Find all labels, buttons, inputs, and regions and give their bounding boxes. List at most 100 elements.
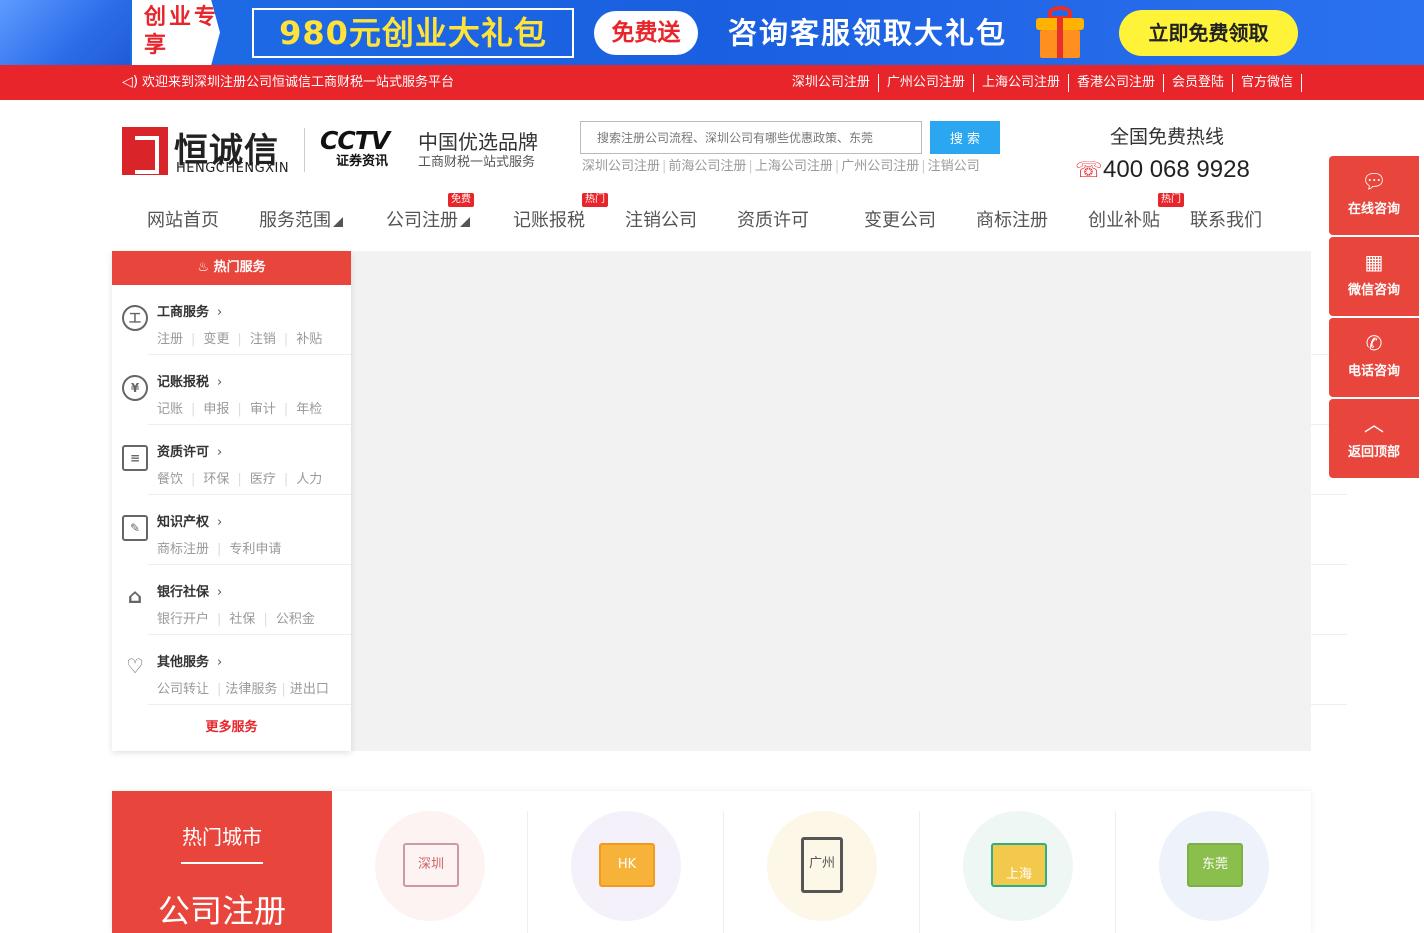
sidebar-item-title[interactable]: 工商服务 › [157,301,222,320]
sidebar-item-bank[interactable]: ⌂ 银行社保 › 银行开户 | 社保 | 公积金 [128,565,351,635]
sidebar-item-title[interactable]: 资质许可 › [157,441,222,460]
sub-link[interactable]: 补贴 [296,332,330,347]
sub-link[interactable]: 变更 [203,332,237,347]
sidebar-item-business[interactable]: 工 工商服务 › 注册 | 变更 | 注销 | 补贴 [122,285,351,355]
sub-link[interactable]: 餐饮 [157,472,191,487]
city-card-shenzhen[interactable]: 深圳 [375,811,485,921]
top-link-guangzhou[interactable]: 广州公司注册 [877,74,973,92]
tax-icon: ¥ [122,375,148,401]
chevron-right-icon: › [217,375,223,390]
sub-link[interactable]: 记账 [157,402,191,417]
divider [1311,634,1347,635]
divider [1115,811,1116,933]
hot-word[interactable]: 注销公司 [926,159,982,174]
nav-item-startup-subsidy[interactable]: 创业补贴 热门 [1088,193,1184,239]
sub-link[interactable]: 社保 [229,612,263,627]
sidebar-item-qualification[interactable]: ≡ 资质许可 › 餐饮 | 环保 | 医疗 | 人力 [122,425,351,495]
sidebar-item-ip[interactable]: ✎ 知识产权 › 商标注册 | 专利申请 [122,495,351,565]
phone-consult-button[interactable]: ✆ 电话咨询 [1329,318,1419,397]
city-card-dongguan[interactable]: 东莞 [1159,811,1269,921]
sidebar-item-subs: 餐饮 | 环保 | 医疗 | 人力 [157,468,330,487]
hot-word[interactable]: 广州公司注册 [839,159,921,174]
hot-services-sidebar: ♨ 热门服务 工 工商服务 › 注册 | 变更 | 注销 | 补贴 ¥ 记账报税 › 记账 | 申报… [112,251,351,751]
sub-link[interactable]: 注销 [250,332,284,347]
nav-item-bookkeeping[interactable]: 记账报税 热门 [513,193,608,239]
nav-label: 服务范围 [259,210,331,231]
welcome-text: 欢迎来到深圳注册公司恒诚信工商财税一站式服务平台 [142,75,455,90]
sidebar-header-text: 热门服务 [213,260,266,275]
nav-badge: 免费 [448,193,474,207]
online-consult-button[interactable]: 💬︎ 在线咨询 [1329,156,1419,235]
city-card-shanghai[interactable]: 上海 [963,811,1073,921]
sub-link[interactable]: 医疗 [250,472,284,487]
hotline-label: 全国免费热线 [1110,126,1225,148]
promo-cta-button[interactable]: 立即免费领取 [1119,10,1298,56]
dropdown-triangle-icon [460,217,470,227]
nav-label: 联系我们 [1190,210,1262,231]
sidebar-item-tax[interactable]: ¥ 记账报税 › 记账 | 申报 | 审计 | 年检 [122,355,351,425]
sub-link[interactable]: 审计 [250,402,284,417]
sub-link[interactable]: 人力 [296,472,330,487]
sub-link[interactable]: 公司转让 [157,682,217,697]
business-icon: 工 [122,305,148,331]
sub-link[interactable]: 进出口 [290,682,337,697]
hot-word[interactable]: 上海公司注册 [753,159,835,174]
welcome-message: ◁) 欢迎来到深圳注册公司恒诚信工商财税一站式服务平台 [122,65,454,100]
sidebar-item-title[interactable]: 记账报税 › [157,371,222,390]
city-card-guangzhou[interactable]: 广州 [767,811,877,921]
main-nav: 网站首页 服务范围 公司注册 免费 记账报税 热门 注销公司 资质许可 变更公司 商… [122,193,1282,239]
sub-link[interactable]: 专利申请 [229,542,289,557]
chat-icon: 💬︎ [1361,169,1387,193]
top-link-hongkong[interactable]: 香港公司注册 [1067,74,1163,92]
nav-label: 变更公司 [864,210,936,231]
sub-link[interactable]: 商标注册 [157,542,217,557]
divider [1311,494,1347,495]
sub-link[interactable]: 公积金 [276,612,323,627]
brand-slogan: 中国优选品牌 工商财税一站式服务 [418,130,538,172]
top-link-wechat[interactable]: 官方微信 [1231,74,1302,92]
nav-badge: 热门 [582,193,608,207]
hot-word[interactable]: 前海公司注册 [666,159,748,174]
book-icon: 东莞 [1187,843,1243,887]
wechat-consult-button[interactable]: ▦ 微信咨询 [1329,237,1419,316]
nav-label: 公司注册 [386,210,458,231]
site-logo[interactable]: 恒诚信 HENGCHENGXIN [122,127,289,177]
nav-item-company-registration[interactable]: 公司注册 免费 [386,193,474,239]
nav-item-company-change[interactable]: 变更公司 [864,203,936,239]
sub-link[interactable]: 注册 [157,332,191,347]
nav-item-contact[interactable]: 联系我们 [1190,203,1262,239]
nav-item-services[interactable]: 服务范围 [259,203,343,239]
promo-banner[interactable]: 创业专享 980元创业大礼包 免费送 咨询客服领取大礼包 立即免费领取 [0,0,1424,65]
fire-icon: ♨ [197,260,214,275]
city-card-hongkong[interactable]: HK [571,811,681,921]
divider [181,862,263,864]
hot-word[interactable]: 深圳公司注册 [580,159,662,174]
sub-link[interactable]: 银行开户 [157,612,217,627]
search-button[interactable]: 搜 索 [930,121,1000,154]
sub-link[interactable]: 法律服务 [225,682,281,697]
nav-item-trademark[interactable]: 商标注册 [976,203,1048,239]
back-to-top-button[interactable]: ︿ 返回顶部 [1329,399,1419,478]
sidebar-item-subs: 公司转让 | 法律服务 | 进出口 [157,678,337,697]
sidebar-item-title[interactable]: 知识产权 › [157,511,222,530]
top-link-shanghai[interactable]: 上海公司注册 [972,74,1068,92]
nav-item-home[interactable]: 网站首页 [147,203,219,239]
search-input[interactable] [580,121,922,154]
sub-link[interactable]: 申报 [203,402,237,417]
book-icon: 深圳 [403,843,459,887]
sub-link[interactable]: 年检 [296,402,330,417]
nav-item-deregistration[interactable]: 注销公司 [625,203,697,239]
tool-label: 在线咨询 [1347,202,1400,217]
top-link-shenzhen[interactable]: 深圳公司注册 [784,74,878,92]
sub-link[interactable]: 环保 [203,472,237,487]
sidebar-item-title[interactable]: 其他服务 › [157,651,222,670]
top-links: 深圳公司注册 广州公司注册 上海公司注册 香港公司注册 会员登陆 官方微信 [784,74,1302,92]
license-icon: ≡ [122,445,148,471]
top-link-member-login[interactable]: 会员登陆 [1162,74,1232,92]
tool-label: 返回顶部 [1347,445,1400,460]
sidebar-item-other[interactable]: ♡ 其他服务 › 公司转让 | 法律服务 | 进出口 [126,635,351,705]
nav-item-qualification[interactable]: 资质许可 [737,203,809,239]
hotline-number[interactable]: ☏400 068 9928 [1075,156,1250,184]
more-services-link[interactable]: 更多服务 [112,705,351,751]
sidebar-item-title[interactable]: 银行社保 › [157,581,222,600]
